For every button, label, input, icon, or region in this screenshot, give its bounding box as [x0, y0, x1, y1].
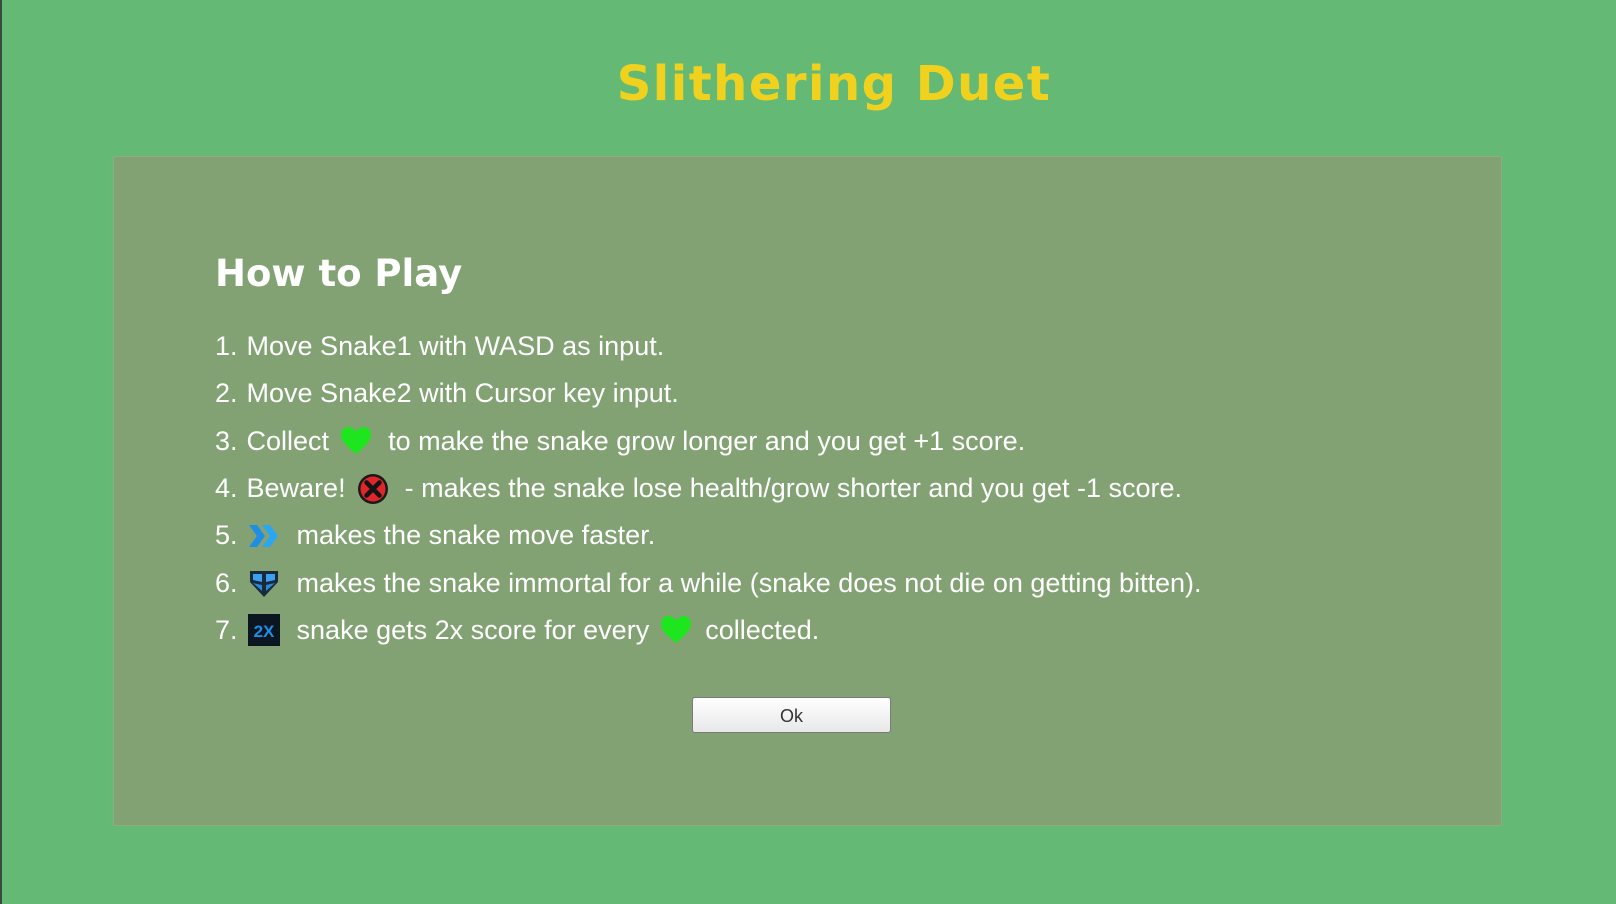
rule-text-before: Collect: [246, 425, 330, 456]
rule-number: 2.: [215, 378, 238, 409]
red-x-icon: [356, 472, 390, 506]
rule-number: 4.: [215, 473, 238, 504]
rules-list: 1. Move Snake1 with WASD as input. 2. Mo…: [215, 323, 1202, 654]
heart-icon: [339, 424, 373, 458]
rule-number: 7.: [215, 614, 238, 645]
rule-2: 2. Move Snake2 with Cursor key input.: [215, 370, 1202, 417]
rule-number: 6.: [215, 567, 238, 598]
rule-text: Move Snake2 with Cursor key input.: [246, 378, 679, 409]
rule-number: 3.: [215, 425, 238, 456]
how-to-play-panel: How to Play 1. Move Snake1 with WASD as …: [113, 156, 1502, 826]
rule-1: 1. Move Snake1 with WASD as input.: [215, 323, 1202, 370]
rule-number: 1.: [215, 331, 238, 362]
rule-7: 7. 2X snake gets 2x score for every coll…: [215, 607, 1202, 654]
double-score-badge-text: 2X: [253, 622, 274, 641]
rule-text-after: collected.: [705, 614, 820, 645]
rule-text-after: - makes the snake lose health/grow short…: [404, 473, 1183, 504]
game-title: Slithering Duet: [616, 56, 1052, 112]
rule-text-middle: snake gets 2x score for every: [296, 614, 650, 645]
rule-text-after: to make the snake grow longer and you ge…: [388, 425, 1026, 456]
rule-6: 6. makes the snake immortal for a while …: [215, 559, 1202, 606]
rule-3: 3. Collect to make the snake grow longer…: [215, 418, 1202, 465]
double-score-icon: 2X: [247, 613, 281, 647]
rule-text-before: Beware!: [246, 473, 346, 504]
shield-icon: [247, 566, 281, 600]
rule-text-after: makes the snake move faster.: [296, 520, 656, 551]
rule-number: 5.: [215, 520, 238, 551]
window-left-edge: [0, 0, 2, 904]
rule-5: 5. makes the snake move faster.: [215, 512, 1202, 559]
panel-heading: How to Play: [215, 252, 463, 295]
ok-button[interactable]: Ok: [692, 697, 891, 733]
rule-text: Move Snake1 with WASD as input.: [246, 331, 665, 362]
rule-text-after: makes the snake immortal for a while (sn…: [296, 567, 1202, 598]
heart-icon: [659, 613, 693, 647]
rule-4: 4. Beware! - makes the snake lose health…: [215, 465, 1202, 512]
speed-arrows-icon: [247, 519, 281, 553]
